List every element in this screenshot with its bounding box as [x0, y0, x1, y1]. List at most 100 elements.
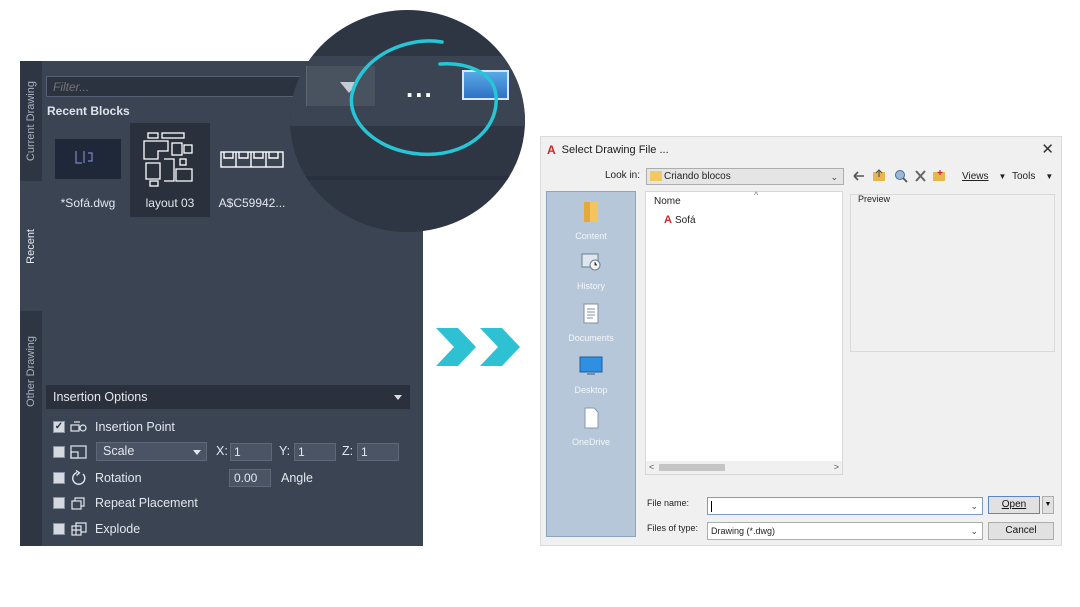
- dropdown-arrow-icon: [193, 450, 201, 455]
- scale-x-input[interactable]: 1: [230, 443, 272, 461]
- up-folder-icon[interactable]: [873, 169, 885, 181]
- name-column-header[interactable]: Nome: [654, 196, 681, 207]
- insertion-options-header[interactable]: Insertion Options: [46, 385, 410, 409]
- place-desktop[interactable]: Desktop: [547, 354, 635, 395]
- explode-option[interactable]: Explode: [53, 519, 140, 539]
- sofa-block-preview: [55, 139, 121, 179]
- rotation-checkbox[interactable]: [53, 472, 65, 484]
- insertion-point-icon: [69, 419, 89, 435]
- scroll-left-icon[interactable]: <: [649, 461, 654, 474]
- open-button[interactable]: Open: [988, 496, 1040, 514]
- insertion-point-checkbox[interactable]: ✓: [53, 421, 65, 433]
- layout-block-preview: [143, 132, 193, 187]
- place-onedrive[interactable]: OneDrive: [547, 406, 635, 447]
- documents-icon: [583, 303, 599, 324]
- tab-other-drawing[interactable]: Other Drawing: [20, 311, 42, 431]
- block-thumbnail-layout-03[interactable]: layout 03: [130, 123, 210, 217]
- tab-current-drawing-label: Current Drawing: [25, 80, 37, 162]
- dialog-titlebar: A Select Drawing File ...: [547, 141, 669, 159]
- recent-blocks-title: Recent Blocks: [47, 104, 130, 118]
- place-content[interactable]: Content: [547, 200, 635, 241]
- scrollbar-thumb[interactable]: [659, 464, 725, 471]
- place-label: Content: [575, 231, 607, 241]
- chevron-down-icon: ⌄: [970, 526, 978, 536]
- select-drawing-file-dialog: A Select Drawing File ... ✕ Look in: Cri…: [540, 136, 1062, 546]
- views-menu[interactable]: Views ▼: [962, 167, 1006, 185]
- scale-checkbox[interactable]: [53, 446, 65, 458]
- explode-icon: [69, 521, 89, 537]
- folder-icon: [650, 171, 662, 181]
- repeat-placement-option[interactable]: Repeat Placement: [53, 493, 198, 513]
- double-chevron-arrow-icon: [436, 328, 520, 366]
- close-button[interactable]: ✕: [1041, 140, 1054, 158]
- file-name-label: File name:: [647, 498, 690, 508]
- chevron-down-icon: ⌄: [830, 172, 838, 182]
- block-thumbnail-acad[interactable]: A$C59942...: [212, 123, 292, 217]
- scale-y-input[interactable]: 1: [294, 443, 336, 461]
- onedrive-icon: [584, 407, 599, 429]
- file-item[interactable]: A Sofá: [664, 214, 696, 226]
- tab-recent[interactable]: Recent: [20, 181, 42, 311]
- files-of-type-value: Drawing (*.dwg): [711, 526, 776, 536]
- dialog-toolbar-icons: [853, 169, 945, 183]
- repeat-placement-icon: [69, 495, 89, 511]
- scale-dropdown-value: Scale: [103, 444, 135, 458]
- dwg-file-icon: A: [664, 214, 672, 226]
- sofa-row-block-preview: [220, 151, 284, 168]
- rotation-label: Rotation: [95, 471, 142, 485]
- delete-icon[interactable]: [915, 170, 926, 182]
- search-web-icon[interactable]: [895, 170, 908, 183]
- scroll-right-icon[interactable]: >: [834, 461, 839, 474]
- insertion-point-option[interactable]: ✓ Insertion Point: [53, 417, 175, 437]
- look-in-dropdown[interactable]: Criando blocos ⌄: [646, 168, 844, 185]
- block-label: *Sofá.dwg: [60, 196, 116, 210]
- place-label: Desktop: [574, 385, 608, 395]
- rotation-option[interactable]: Rotation: [53, 468, 142, 488]
- repeat-placement-label: Repeat Placement: [95, 496, 198, 510]
- views-label: Views: [962, 170, 989, 182]
- tools-menu[interactable]: Tools ▼: [1012, 167, 1053, 185]
- tools-dropdown-icon: ▼: [1045, 171, 1054, 181]
- tab-current-drawing[interactable]: Current Drawing: [20, 61, 42, 181]
- back-icon[interactable]: [853, 171, 864, 181]
- scale-dropdown[interactable]: Scale: [96, 442, 207, 461]
- text-caret: [711, 501, 712, 512]
- collapse-arrow-icon[interactable]: [394, 394, 402, 400]
- zoom-magnifier: ...: [290, 10, 525, 232]
- places-bar: Content History Documents Desktop OneDri…: [546, 191, 636, 537]
- place-documents[interactable]: Documents: [547, 302, 635, 343]
- dialog-title: Select Drawing File ...: [561, 144, 669, 156]
- repeat-placement-checkbox[interactable]: [53, 497, 65, 509]
- cancel-button[interactable]: Cancel: [988, 522, 1054, 540]
- chevron-down-icon[interactable]: ⌄: [970, 502, 978, 511]
- desktop-icon: [579, 356, 603, 375]
- files-of-type-dropdown[interactable]: Drawing (*.dwg) ⌄: [707, 522, 983, 540]
- new-folder-icon[interactable]: [933, 170, 945, 181]
- palette-vertical-tabs: Current Drawing Recent Other Drawing: [20, 61, 42, 546]
- place-history[interactable]: History: [547, 250, 635, 291]
- look-in-value: Criando blocos: [664, 171, 731, 182]
- history-icon: [581, 253, 601, 271]
- scale-z-input[interactable]: 1: [357, 443, 399, 461]
- open-options-dropdown[interactable]: ▼: [1042, 496, 1054, 514]
- rotation-angle-label: Angle: [281, 471, 313, 485]
- scale-z-label: Z:: [342, 444, 354, 458]
- scale-icon: [69, 444, 89, 460]
- autocad-logo-icon: A: [547, 143, 556, 157]
- insertion-point-label: Insertion Point: [95, 420, 175, 434]
- horizontal-scrollbar[interactable]: < >: [646, 461, 842, 474]
- explode-checkbox[interactable]: [53, 523, 65, 535]
- look-in-label: Look in:: [605, 170, 641, 181]
- file-name-input[interactable]: ⌄: [707, 497, 983, 515]
- place-label: OneDrive: [571, 437, 610, 447]
- rotation-angle-input[interactable]: 0.00: [229, 469, 271, 487]
- file-list: ^ Nome A Sofá < >: [645, 190, 843, 475]
- open-button-label: Open: [1001, 499, 1027, 510]
- block-label: layout 03: [145, 196, 195, 210]
- tab-recent-label: Recent: [25, 228, 37, 264]
- scale-option[interactable]: [53, 442, 89, 462]
- block-thumbnail-sofa[interactable]: *Sofá.dwg: [48, 123, 128, 217]
- scale-y-label: Y:: [279, 444, 291, 458]
- preview-label: Preview: [858, 194, 891, 204]
- preview-pane: [850, 194, 1055, 352]
